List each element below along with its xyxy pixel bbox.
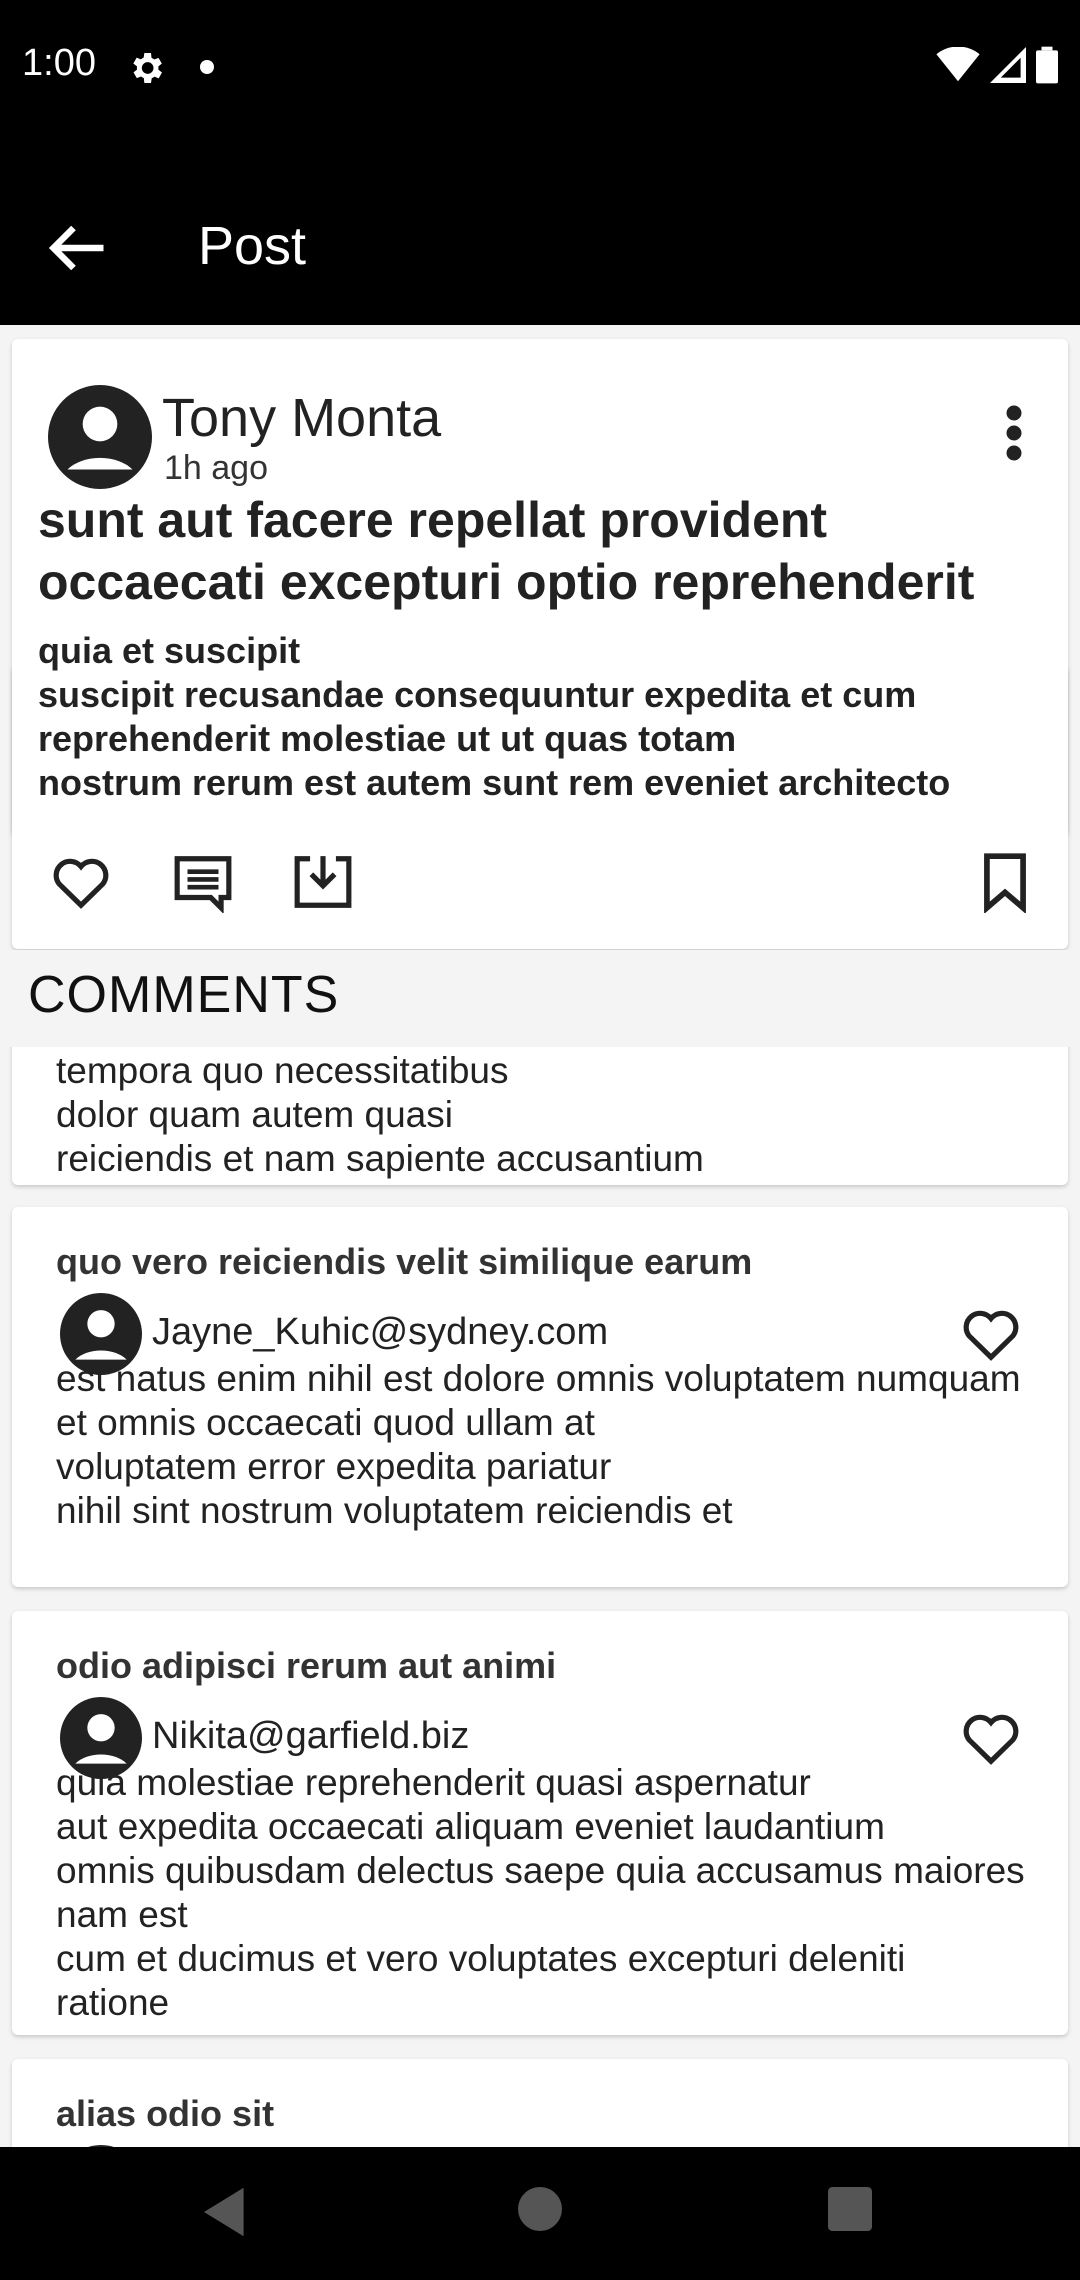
download-icon[interactable] [292,851,354,913]
battery-icon [1036,46,1058,84]
status-icons [936,46,1058,84]
heart-outline-icon[interactable] [960,1303,1022,1365]
post-content[interactable]: ipsam eos tempora quo necessitatibus dol… [0,325,1080,2147]
more-vert-icon[interactable] [1004,403,1024,463]
comment-title: quo vero reiciendis velit similique earu… [56,1241,753,1282]
arrow-back-icon[interactable] [46,223,106,273]
nav-back-icon[interactable] [204,2187,248,2237]
comment-title: odio adipisci rerum aut animi [56,1645,557,1686]
system-nav-bar [0,2147,1080,2280]
signal-icon [990,47,1026,83]
bookmark-icon[interactable] [974,851,1036,913]
post-title: sunt aut facere repellat provident occae… [38,492,975,610]
comment-author-email: Nikita@garfield.biz [152,1715,470,1757]
page-title: Post [198,216,307,276]
heart-outline-icon[interactable] [960,1707,1022,1769]
comment-body: quia molestiae reprehenderit quasi asper… [56,1762,1025,2023]
notification-dot-icon [200,60,214,74]
heart-outline-icon[interactable] [50,851,112,913]
comment-card: odio adipisci rerum aut animi Nikita@garf… [12,1611,1068,2035]
post-author: Tony Monta [162,388,442,448]
comments-heading: COMMENTS [28,966,340,1024]
account-circle-icon [48,385,152,489]
nav-recents-icon[interactable] [828,2187,872,2231]
post-card: Tony Monta 1h ago sunt aut facere repellat… [12,339,1068,949]
status-time: 1:00 [22,42,96,84]
post-body: quia et suscipit suscipit recusandae con… [38,630,951,803]
nav-home-icon[interactable] [518,2187,562,2231]
comment-body: est natus enim nihil est dolore omnis vo… [56,1358,1021,1531]
comment-title: alias odio sit [56,2093,275,2134]
status-bar: 1:00 [0,0,1080,135]
comment-card: quo vero reiciendis velit similique earu… [12,1207,1068,1587]
app-bar: Post [0,135,1080,325]
comment-icon[interactable] [172,851,234,913]
post-timestamp: 1h ago [164,449,268,487]
comment-author-email: Jayne_Kuhic@sydney.com [152,1311,609,1353]
settings-gear-icon [133,53,162,83]
wifi-icon [936,47,980,82]
comment-card: alias odio sit [12,2059,1068,2147]
